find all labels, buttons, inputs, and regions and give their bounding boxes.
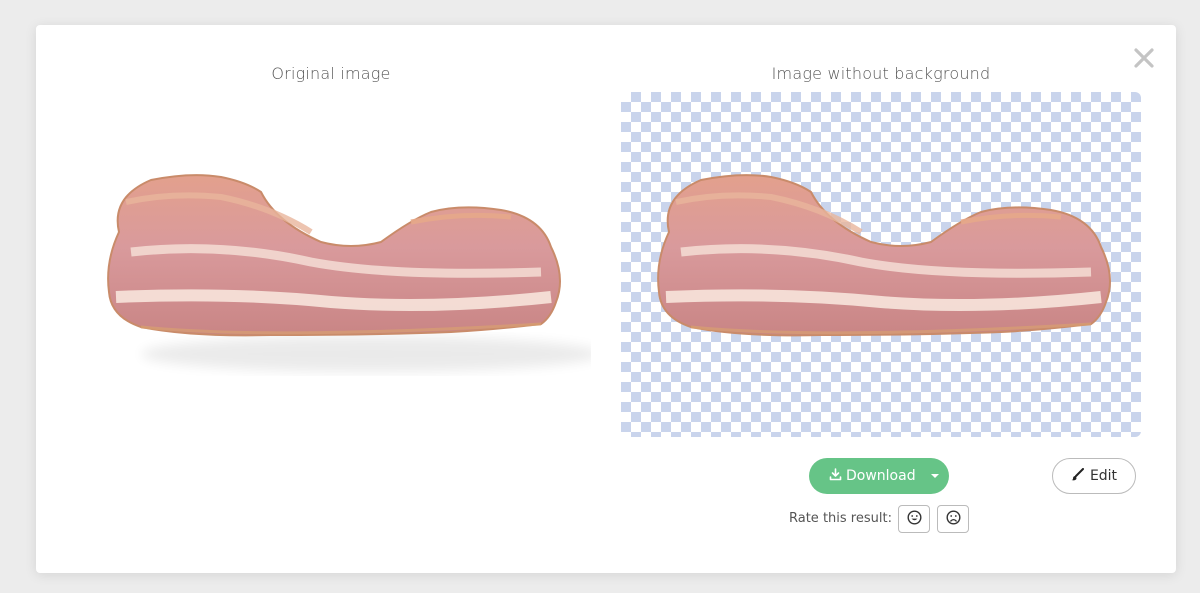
rate-bad-button[interactable]: [937, 505, 969, 533]
download-button[interactable]: Download: [809, 458, 949, 494]
rate-label: Rate this result:: [789, 511, 892, 526]
original-image: [71, 92, 591, 437]
frown-icon: [945, 509, 961, 529]
smile-icon: [906, 509, 922, 529]
result-image-title: Image without background: [771, 64, 991, 83]
download-icon: [829, 467, 842, 485]
bacon-slice-cutout: [657, 174, 1111, 337]
bacon-slice: [107, 174, 561, 337]
result-image: [621, 92, 1141, 437]
edit-button[interactable]: Edit: [1052, 458, 1136, 494]
rate-good-button[interactable]: [898, 505, 930, 533]
download-label: Download: [846, 468, 916, 484]
original-image-title: Original image: [271, 64, 391, 83]
brush-icon: [1071, 467, 1084, 485]
download-main-action[interactable]: Download: [809, 467, 916, 485]
edit-label: Edit: [1089, 468, 1118, 484]
caret-down-icon[interactable]: [921, 458, 949, 494]
